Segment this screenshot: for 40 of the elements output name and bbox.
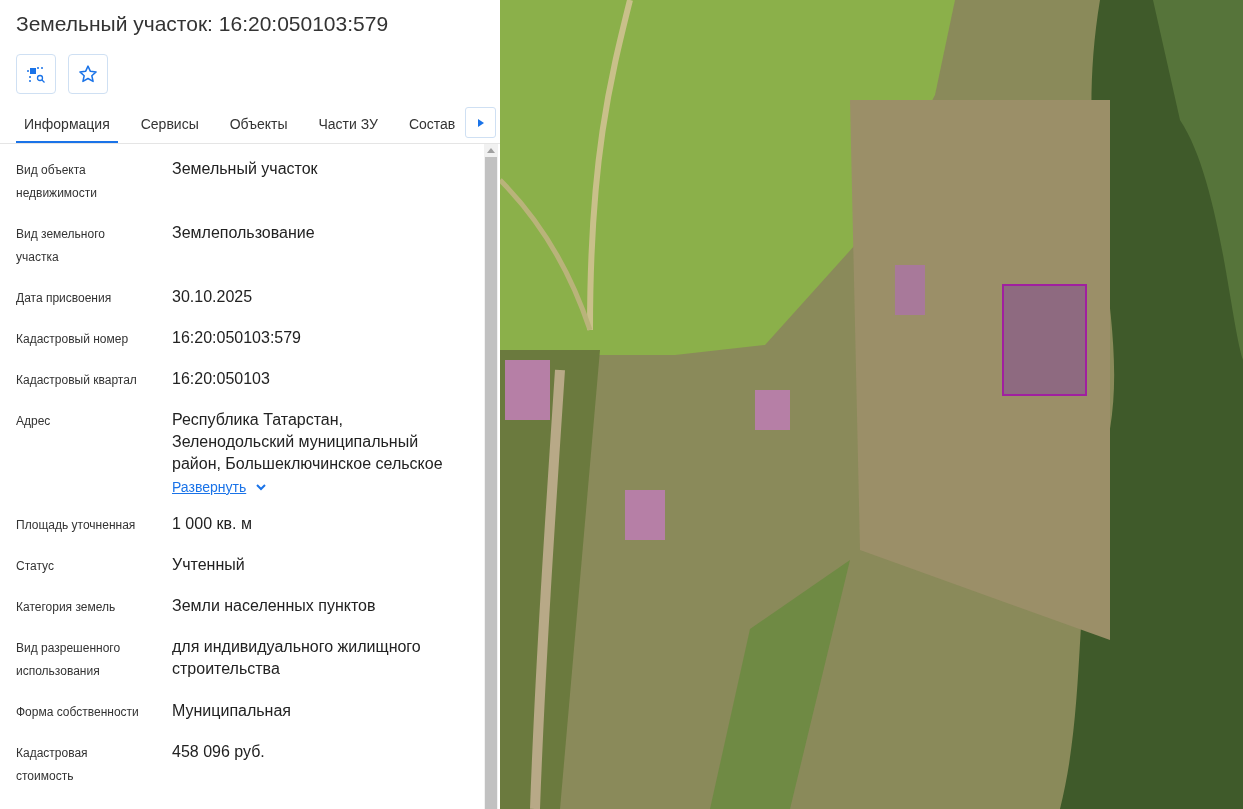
field-value: для индивидуального жилищного строительства (172, 637, 422, 679)
zoom-to-object-button[interactable] (16, 54, 56, 94)
scrollbar-thumb[interactable] (485, 157, 497, 809)
field-value: Землепользование (172, 223, 315, 243)
field-value: Земельный участок (172, 159, 318, 179)
field-value: 458 096 руб. (172, 742, 265, 762)
field-label: Кадастровый номер (16, 331, 130, 348)
field-value: Учтенный (172, 555, 245, 575)
panel-title: Земельный участок: 16:20:050103:579 (16, 11, 389, 37)
field-value: 1 000 кв. м (172, 514, 252, 534)
scrollbar[interactable] (484, 144, 498, 809)
caret-right-icon (477, 118, 484, 127)
field-value: 16:20:050103:579 (172, 328, 301, 348)
field-value: 16:20:050103 (172, 369, 270, 389)
field-value: 30.10.2025 (172, 287, 253, 307)
field-label: Кадастровая стоимость (16, 745, 89, 785)
expand-link[interactable]: Развернуть (172, 478, 267, 496)
field-label: Адрес (16, 413, 52, 430)
star-icon (78, 64, 98, 84)
field-label: Статус (16, 558, 55, 575)
chevron-down-icon (256, 483, 267, 491)
field-label: Вид объекта недвижимости (16, 162, 98, 202)
field-label: Кадастровый квартал (16, 372, 138, 389)
field-label: Форма собственности (16, 704, 140, 721)
favorite-button[interactable] (68, 54, 108, 94)
tab[interactable]: Информация (16, 107, 118, 143)
tab[interactable]: Сервисы (132, 107, 207, 143)
field-value: Республика Татарстан, Зеленодольский муниципальный район, Большеключинское сельское (172, 410, 444, 474)
field-label: Категория земель (16, 599, 117, 616)
field-label: Дата присвоения (16, 290, 113, 307)
field-value: Земли населенных пунктов (172, 596, 376, 616)
field-label: Вид разрешенного использования (16, 640, 122, 680)
tab[interactable]: Части ЗУ (310, 107, 386, 143)
tab[interactable]: Состав (400, 107, 462, 143)
field-value: Муниципальная (172, 701, 291, 721)
tab[interactable]: Объекты (221, 107, 296, 143)
scroll-up-icon (487, 148, 495, 153)
field-label: Площадь уточненная (16, 517, 137, 534)
field-label: Вид земельного участка (16, 226, 106, 266)
scroll-tabs-button[interactable] (465, 107, 496, 138)
